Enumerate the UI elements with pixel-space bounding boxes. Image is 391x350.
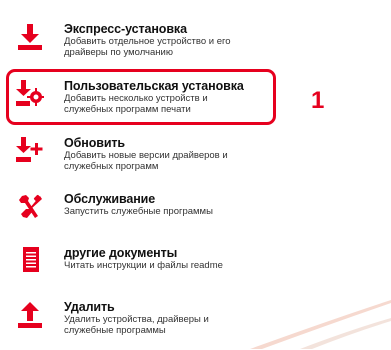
menu-item-remove[interactable]: Удалить Удалить устройства, драйверы и с… [16, 300, 346, 350]
menu-item-description: Добавить новые версии драйверов и [64, 150, 228, 161]
menu-item-maintenance[interactable]: Обслуживание Запустить служебные програм… [16, 192, 346, 242]
menu-item-title: другие документы [64, 246, 178, 260]
tools-icon [16, 192, 44, 222]
menu-item-description: Запустить служебные программы [64, 206, 213, 217]
document-icon [16, 246, 44, 276]
menu-item-title: Экспресс-установка [64, 22, 187, 36]
callout-number: 1 [311, 87, 325, 114]
menu-item-description: Читать инструкции и файлы readme [64, 260, 223, 271]
menu-item-update[interactable]: Обновить Добавить новые версии драйверов… [16, 136, 346, 186]
menu-item-description: служебные программы [64, 325, 166, 336]
menu-item-other-documents[interactable]: другие документы Читать инструкции и фай… [16, 246, 346, 296]
menu-item-title: Обновить [64, 136, 126, 150]
menu-item-title: Обслуживание [64, 192, 156, 206]
menu-item-title: Удалить [64, 300, 115, 314]
menu-item-description: Добавить отдельное устройство и его [64, 36, 231, 47]
menu-item-express-install[interactable]: Экспресс-установка Добавить отдельное ус… [16, 22, 346, 72]
download-icon [16, 22, 44, 52]
download-plus-icon [16, 136, 44, 166]
upload-icon [16, 300, 44, 330]
menu-item-description: служебных программ [64, 161, 159, 172]
menu-item-description: Удалить устройства, драйверы и [64, 314, 209, 325]
highlight-box [6, 69, 276, 125]
menu-item-description: драйверы по умолчанию [64, 47, 173, 58]
